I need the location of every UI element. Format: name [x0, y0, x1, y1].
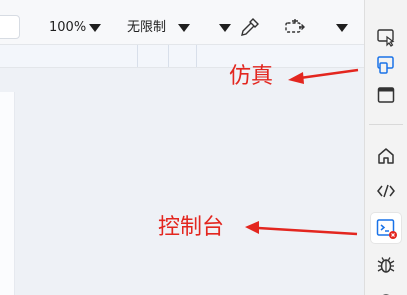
console-arrow: [245, 221, 358, 236]
emulation-arrow: [288, 68, 359, 84]
annotation-arrows: [245, 68, 359, 236]
